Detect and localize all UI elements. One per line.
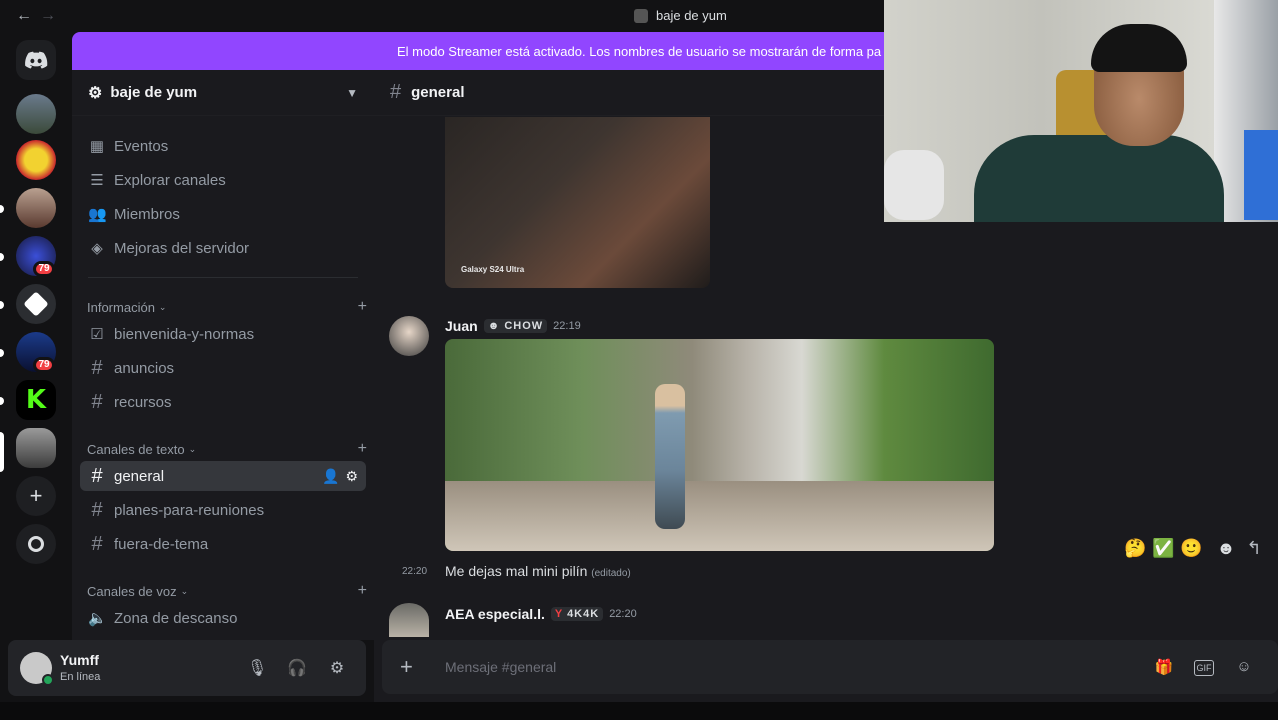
forward-arrow-icon[interactable]: → — [40, 7, 56, 25]
gif-icon[interactable]: GIF — [1194, 660, 1214, 676]
hash-icon: # — [91, 464, 103, 487]
hash-icon: # — [91, 356, 103, 379]
gift-icon[interactable]: 🎁 — [1154, 658, 1174, 676]
channel-title: general — [411, 84, 465, 101]
add-channel-icon[interactable]: + — [358, 298, 367, 316]
hash-icon: # — [390, 81, 402, 103]
sidebar-item-eventos[interactable]: ▦ Eventos — [80, 131, 366, 161]
avatar[interactable] — [389, 603, 429, 637]
unread-pill — [0, 253, 4, 261]
add-reaction-icon[interactable]: ☻ — [1216, 538, 1236, 559]
add-server-icon[interactable]: + — [16, 476, 56, 516]
emoji-reaction-smile-icon[interactable]: 🙂 — [1180, 538, 1202, 559]
timestamp: 22:20 — [609, 608, 637, 620]
server-header[interactable]: ⚙ baje de yum ▼ — [72, 70, 374, 116]
add-channel-icon[interactable]: + — [358, 440, 367, 458]
category-canales-de-texto[interactable]: Canales de texto ⌄ + — [87, 440, 367, 458]
timestamp: 22:19 — [553, 320, 581, 332]
reply-icon[interactable]: ↰ — [1244, 538, 1264, 559]
calendar-icon: ▦ — [89, 138, 105, 155]
message-hover-time: 22:20 — [402, 566, 428, 577]
discover-icon[interactable] — [16, 524, 56, 564]
bottom-strip — [0, 702, 1278, 720]
username: Yumff — [60, 652, 99, 668]
clan-tag: Y 4K4K — [550, 607, 604, 621]
image-caption: Galaxy S24 Ultra — [461, 265, 525, 274]
server-avatar-5[interactable] — [16, 284, 56, 324]
window-title: baje de yum — [634, 8, 727, 23]
message-text: Me dejas mal mini pilín (editado) — [445, 563, 631, 579]
hash-icon: # — [91, 390, 103, 413]
streamer-mode-banner: El modo Streamer está activado. Los nomb… — [72, 32, 884, 70]
back-arrow-icon[interactable]: ← — [16, 7, 32, 25]
voice-channel-zona-de-descanso[interactable]: 🔈 Zona de descanso — [80, 603, 366, 633]
channel-fuera-de-tema[interactable]: # fuera-de-tema — [80, 529, 366, 559]
boost-icon: ◈ — [91, 240, 103, 257]
user-status: En línea — [60, 671, 101, 683]
add-channel-icon[interactable]: + — [358, 582, 367, 600]
user-settings-gear-icon[interactable]: ⚙ — [327, 658, 347, 678]
server-thumbnail-icon — [634, 8, 648, 23]
hash-icon: # — [91, 532, 103, 555]
online-status-icon — [42, 674, 54, 686]
sidebar-item-explorar-canales[interactable]: ☰ Explorar canales — [80, 165, 366, 195]
server-list: 79 79 K + — [0, 32, 72, 702]
image-attachment[interactable]: Galaxy S24 Ultra — [445, 117, 710, 288]
channel-sidebar: ⚙ baje de yum ▼ ▦ Eventos ☰ Explorar can… — [72, 70, 374, 640]
channel-general[interactable]: # general 👤 ⚙ — [80, 461, 366, 491]
message-composer: + Mensaje #general 🎁 GIF ☺ — [382, 640, 1278, 694]
rules-channel-icon: ☑ — [90, 326, 104, 343]
members-icon: 👥 — [88, 206, 107, 223]
server-settings-gear-icon: ⚙ — [88, 84, 103, 102]
emoji-reaction-thinking-icon[interactable]: 🤔 — [1124, 538, 1146, 559]
kick-server-icon[interactable]: K — [16, 380, 56, 420]
channel-bienvenida-y-normas[interactable]: ☑ bienvenida-y-normas — [80, 319, 366, 349]
server-avatar-selected[interactable] — [16, 428, 56, 468]
unread-pill — [0, 397, 4, 405]
sidebar-item-mejoras[interactable]: ◈ Mejoras del servidor — [80, 233, 366, 263]
mention-badge: 79 — [33, 357, 55, 373]
chevron-down-icon: ⌄ — [180, 585, 189, 596]
sticker-icon[interactable]: ☺ — [1234, 658, 1254, 675]
avatar[interactable] — [389, 316, 429, 356]
speaker-icon: 🔈 — [88, 610, 107, 627]
chevron-down-icon: ▼ — [346, 85, 358, 100]
message-actions-bar: 🤔 ✅ 🙂 ☻ ↰ — [1124, 538, 1264, 559]
server-avatar-3[interactable] — [16, 188, 56, 228]
message-author: Juan ☻ CHOW 22:19 — [445, 318, 581, 334]
server-avatar-1[interactable] — [16, 94, 56, 134]
message-author: AEA especial.l. Y 4K4K 22:20 — [445, 606, 637, 622]
chevron-down-icon: ⌄ — [158, 301, 167, 312]
sidebar-item-miembros[interactable]: 👥 Miembros — [80, 199, 366, 229]
video-attachment[interactable] — [445, 339, 994, 551]
clan-tag: ☻ CHOW — [483, 319, 548, 333]
headphones-icon[interactable]: 🎧 — [287, 658, 307, 678]
discord-home-icon[interactable] — [16, 40, 56, 80]
message-input[interactable]: Mensaje #general — [445, 659, 556, 675]
invite-icon[interactable]: 👤 — [322, 468, 339, 485]
emoji-reaction-check-icon[interactable]: ✅ — [1152, 538, 1174, 559]
category-canales-de-voz[interactable]: Canales de voz ⌄ + — [87, 582, 367, 600]
browse-channels-icon: ☰ — [90, 172, 104, 189]
selected-pill — [0, 432, 4, 472]
chevron-down-icon: ⌄ — [188, 443, 197, 454]
channel-planes-para-reuniones[interactable]: # planes-para-reuniones — [80, 495, 366, 525]
hash-icon: # — [91, 498, 103, 521]
unread-pill — [0, 301, 4, 309]
webcam-overlay — [884, 0, 1278, 222]
user-panel: Yumff En línea 🎙 🎧 ⚙ — [8, 640, 366, 696]
microphone-icon[interactable]: 🎙 — [247, 658, 267, 678]
dice-icon — [23, 291, 49, 317]
channel-settings-gear-icon[interactable]: ⚙ — [345, 468, 358, 485]
category-informacion[interactable]: Información ⌄ + — [87, 298, 367, 316]
channel-recursos[interactable]: # recursos — [80, 387, 366, 417]
channel-anuncios[interactable]: # anuncios — [80, 353, 366, 383]
add-attachment-icon[interactable]: + — [400, 654, 413, 680]
unread-pill — [0, 349, 4, 357]
unread-pill — [0, 205, 4, 213]
mention-badge: 79 — [33, 261, 55, 277]
server-avatar-2[interactable] — [16, 140, 56, 180]
divider — [88, 277, 358, 278]
